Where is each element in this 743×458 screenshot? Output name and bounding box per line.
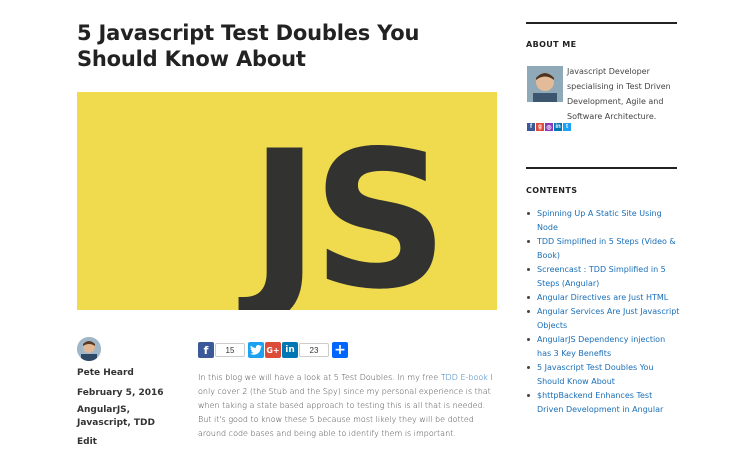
about-widget-rule [526, 22, 677, 24]
contents-item[interactable]: 5 Javascript Test Doubles You Should Kno… [526, 361, 681, 389]
post-excerpt: In this blog we will have a look at 5 Te… [198, 371, 498, 441]
about-avatar [527, 66, 563, 102]
tdd-ebook-link[interactable]: TDD E-book [441, 373, 488, 382]
contents-widget-rule [526, 167, 677, 169]
contents-widget-title: CONTENTS [526, 186, 578, 195]
contents-item[interactable]: TDD Simplified in 5 Steps (Video & Book) [526, 235, 681, 263]
twitter-bird-icon [250, 345, 262, 355]
profile-photo-icon [527, 66, 563, 102]
facebook-small-icon[interactable]: f [527, 123, 535, 131]
post-title[interactable]: 5 Javascript Test Doubles You Should Kno… [77, 20, 497, 72]
linkedin-small-icon[interactable]: in [554, 123, 562, 131]
post-date[interactable]: February 5, 2016 [77, 387, 164, 400]
social-icons: f g ◎ in t [527, 123, 572, 131]
about-widget-title: ABOUT ME [526, 40, 577, 49]
contents-item[interactable]: Angular Directives are Just HTML [526, 291, 681, 305]
contents-item[interactable]: Spinning Up A Static Site Using Node [526, 207, 681, 235]
facebook-icon[interactable]: f [198, 342, 214, 358]
js-logo: JS [238, 110, 449, 310]
google-plus-small-icon[interactable]: g [536, 123, 544, 131]
linkedin-icon[interactable]: in [282, 342, 298, 358]
instagram-small-icon[interactable]: ◎ [545, 123, 553, 131]
linkedin-share-count: 23 [299, 343, 329, 357]
excerpt-text-2: I only cover 2 (the Stub and the Spy) si… [198, 373, 493, 438]
contents-item[interactable]: Angular Services Are Just Javascript Obj… [526, 305, 681, 333]
plus-icon[interactable]: + [332, 342, 348, 358]
google-plus-icon[interactable]: G+ [265, 342, 281, 358]
featured-image: JS [77, 92, 497, 310]
contents-item[interactable]: AngularJS Dependency injection has 3 Key… [526, 333, 681, 361]
twitter-small-icon[interactable]: t [563, 123, 571, 131]
excerpt-text-1: In this blog we will have a look at 5 Te… [198, 373, 441, 382]
post-author[interactable]: Pete Heard [77, 367, 134, 380]
contents-item[interactable]: $httpBackend Enhances Test Driven Develo… [526, 389, 681, 417]
edit-link[interactable]: Edit [77, 436, 97, 449]
author-avatar[interactable] [77, 337, 101, 361]
contents-item[interactable]: Screencast : TDD Simplified in 5 Steps (… [526, 263, 681, 291]
facebook-share-count: 15 [215, 343, 245, 357]
share-bar: f 15 G+ in 23 + [198, 341, 349, 359]
about-text: Javascript Developer specialising in Tes… [567, 67, 671, 121]
js-logo-text: JS [238, 110, 441, 310]
contents-list: Spinning Up A Static Site Using Node TDD… [526, 207, 681, 417]
post-tags[interactable]: AngularJS, Javascript, TDD [77, 404, 177, 430]
avatar-photo-icon [77, 337, 101, 361]
twitter-icon[interactable] [248, 342, 264, 358]
